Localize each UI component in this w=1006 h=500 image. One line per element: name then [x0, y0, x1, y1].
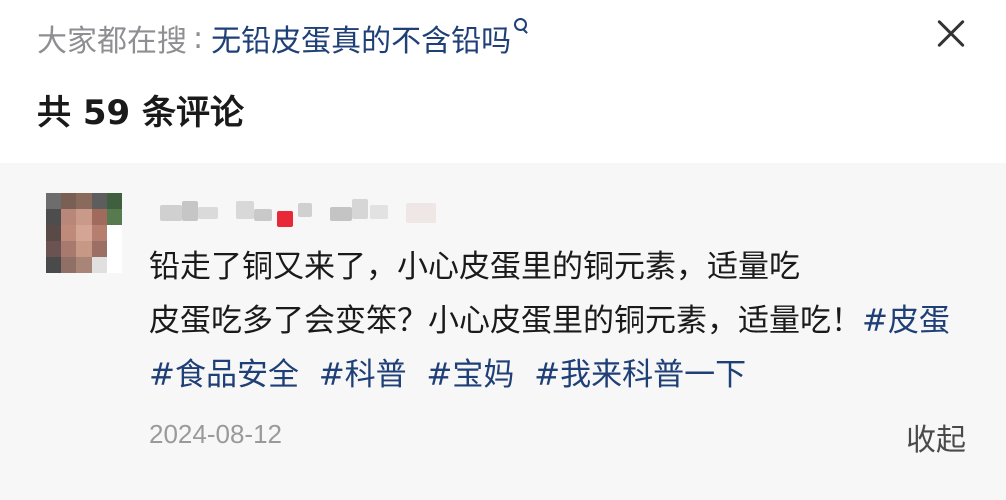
pixelated-block: [254, 209, 272, 221]
comment-date: 2024-08-12: [149, 419, 282, 449]
comment-item: 铅走了铜又来了，小心皮蛋里的铜元素，适量吃 皮蛋吃多了会变笨？小心皮蛋里的铜元素…: [0, 163, 1006, 500]
search-header: 大家都在搜 : 无铅皮蛋真的不含铅吗 共 59 条评论: [0, 0, 1006, 163]
hashtag-link[interactable]: #宝妈: [426, 357, 514, 393]
search-icon: [514, 18, 530, 40]
trending-search[interactable]: 大家都在搜 : 无铅皮蛋真的不含铅吗: [37, 16, 530, 60]
pixelated-block: [160, 205, 182, 221]
close-icon[interactable]: [929, 12, 973, 56]
badge: [277, 211, 293, 227]
comment-text-line1: 铅走了铜又来了，小心皮蛋里的铜元素，适量吃: [149, 249, 800, 285]
trending-search-label: 大家都在搜: [37, 24, 187, 59]
pixelated-block: [298, 203, 312, 217]
pixelated-block: [330, 207, 352, 221]
collapse-button[interactable]: 收起: [906, 415, 966, 459]
trending-search-query[interactable]: 无铅皮蛋真的不含铅吗: [211, 16, 511, 60]
trending-search-separator: :: [193, 20, 204, 56]
pixelated-block: [352, 199, 368, 219]
hashtag-link[interactable]: #食品安全: [149, 357, 299, 393]
comment-text-line2: 皮蛋吃多了会变笨？小心皮蛋里的铜元素，适量吃！: [149, 303, 862, 339]
hashtag-link[interactable]: #我来科普一下: [534, 357, 746, 393]
hashtag-link[interactable]: #皮蛋: [862, 303, 950, 339]
pixelated-block: [370, 205, 388, 219]
pixelated-block: [182, 201, 198, 221]
pixelated-block: [236, 201, 254, 219]
comment-text: 铅走了铜又来了，小心皮蛋里的铜元素，适量吃 皮蛋吃多了会变笨？小心皮蛋里的铜元素…: [149, 240, 979, 402]
pixelated-block: [198, 207, 218, 219]
username-obscured[interactable]: [160, 193, 460, 233]
pixelated-block: [406, 203, 436, 223]
avatar[interactable]: [46, 193, 122, 273]
comment-count: 共 59 条评论: [37, 92, 244, 133]
hashtag-link[interactable]: #科普: [319, 357, 407, 393]
